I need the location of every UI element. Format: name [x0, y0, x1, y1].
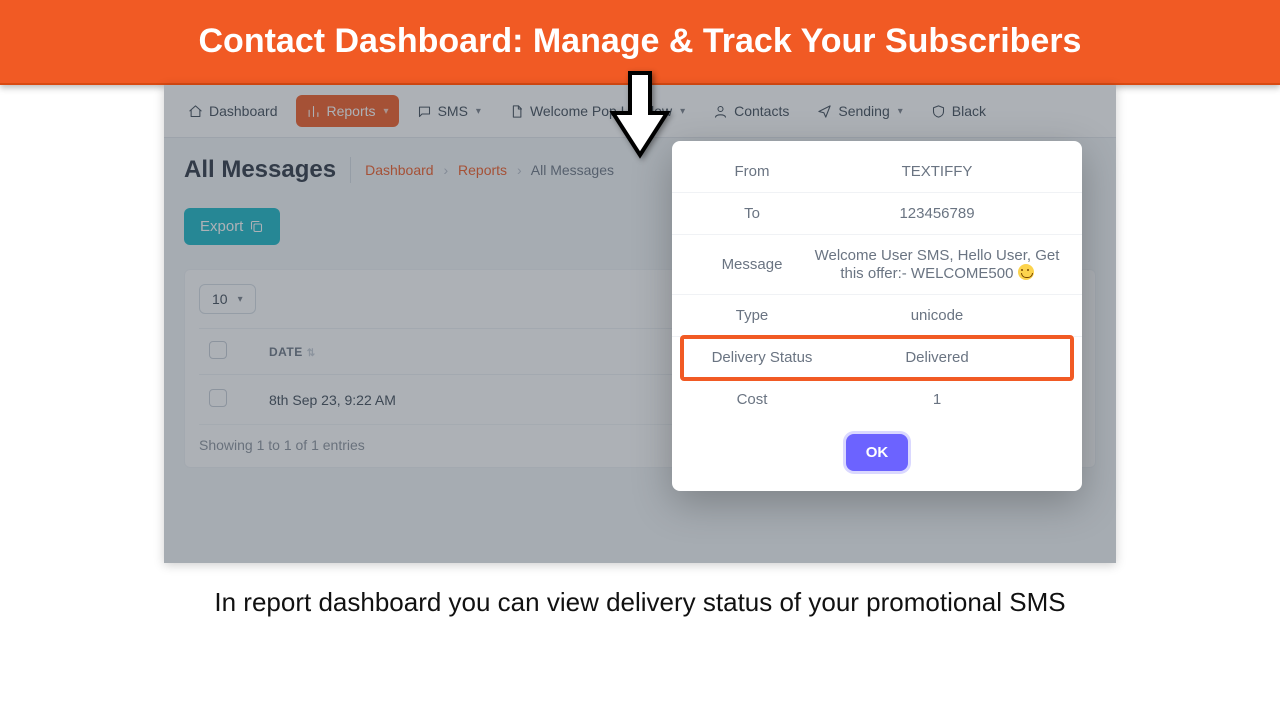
modal-row-delivery-status: Delivery Status Delivered [682, 337, 1072, 379]
cost-value: 1 [812, 391, 1062, 408]
modal-row-cost: Cost 1 [672, 379, 1082, 420]
status-value: Delivered [822, 349, 1052, 366]
emoji-icon [1018, 264, 1034, 280]
type-label: Type [692, 307, 812, 324]
screenshot-stage: Dashboard Reports ▾ SMS ▾ Welcome Pop Up… [164, 85, 1116, 563]
to-label: To [692, 205, 812, 222]
from-label: From [692, 163, 812, 180]
modal-row-to: To 123456789 [672, 193, 1082, 235]
status-label: Delivery Status [702, 349, 822, 366]
ok-button[interactable]: OK [846, 434, 909, 471]
from-value: TEXTIFFY [812, 163, 1062, 180]
annotation-arrow-icon [605, 69, 675, 164]
modal-row-message: Message Welcome User SMS, Hello User, Ge… [672, 235, 1082, 295]
message-label: Message [692, 256, 812, 273]
cost-label: Cost [692, 391, 812, 408]
modal-row-type: Type unicode [672, 295, 1082, 337]
type-value: unicode [812, 307, 1062, 324]
message-value: Welcome User SMS, Hello User, Get this o… [812, 247, 1062, 282]
caption-text: In report dashboard you can view deliver… [0, 587, 1280, 618]
modal-row-from: From TEXTIFFY [672, 151, 1082, 193]
message-detail-modal: From TEXTIFFY To 123456789 Message Welco… [672, 141, 1082, 491]
to-value: 123456789 [812, 205, 1062, 222]
